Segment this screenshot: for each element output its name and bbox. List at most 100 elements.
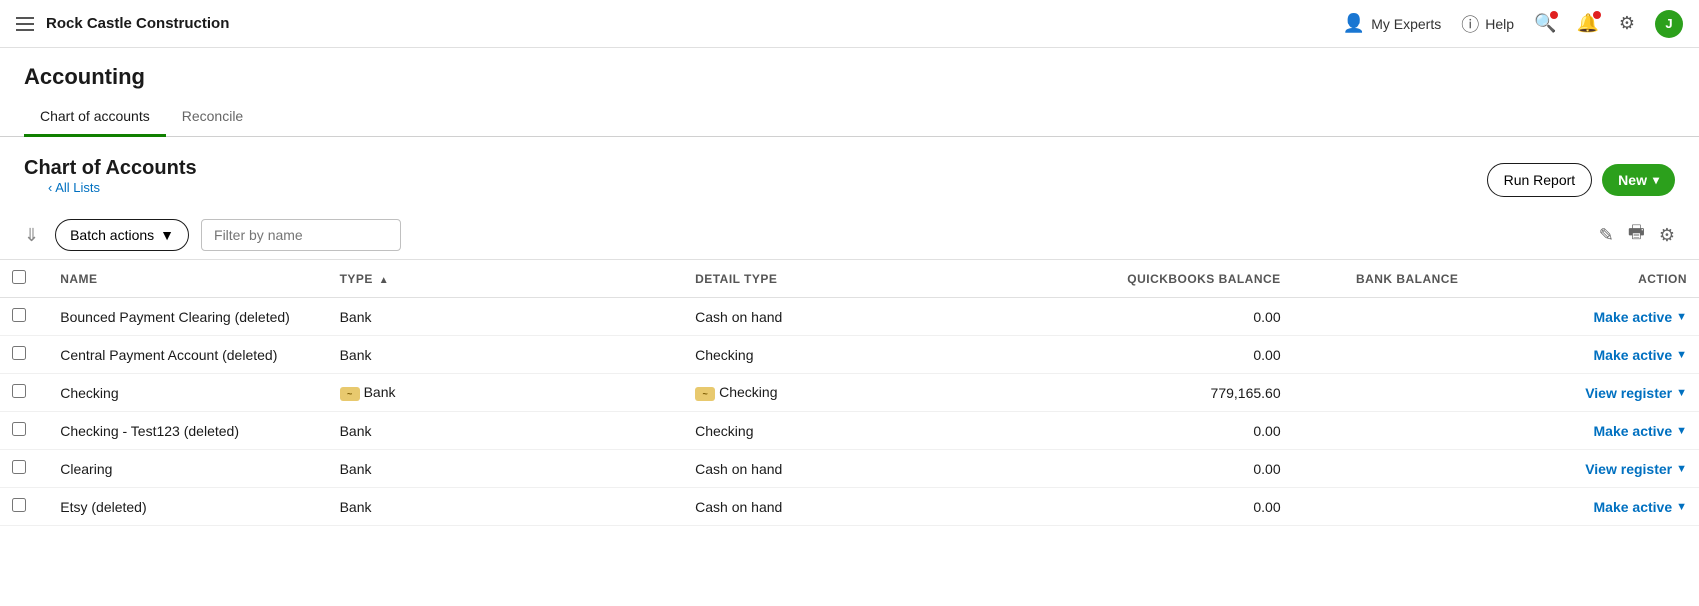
action-caret: ▼	[1676, 311, 1687, 323]
accounts-table: NAME TYPE ▲ DETAIL TYPE QUICKBOOKS BALAN…	[0, 259, 1699, 526]
type-sort-icon[interactable]: ▲	[379, 275, 389, 286]
settings-nav[interactable]: ⚙	[1619, 13, 1635, 34]
print-icon[interactable]: 🖶	[1628, 220, 1645, 250]
download-icon[interactable]: ⇓	[24, 225, 39, 246]
avatar[interactable]: J	[1655, 10, 1683, 38]
row-type: Bank	[328, 488, 684, 526]
toolbar-icons: ✎ 🖶 ⚙	[1599, 220, 1675, 250]
all-lists-link[interactable]: All Lists	[24, 180, 197, 203]
action-caret: ▼	[1676, 463, 1687, 475]
row-name: Central Payment Account (deleted)	[48, 336, 327, 374]
row-detail-type: Cash on hand	[683, 488, 1039, 526]
page-title: Accounting	[24, 64, 1675, 90]
row-action-link[interactable]: Make active ▼	[1594, 347, 1688, 363]
row-action: Make active ▼	[1470, 336, 1699, 374]
table-row: Etsy (deleted) Bank Cash on hand 0.00 Ma…	[0, 488, 1699, 526]
notifications-nav[interactable]: 🔔	[1576, 13, 1598, 34]
row-detail-type: Cash on hand	[683, 450, 1039, 488]
tab-chart-of-accounts[interactable]: Chart of accounts	[24, 98, 166, 137]
row-checkbox-0[interactable]	[12, 308, 26, 322]
row-bank-balance	[1293, 412, 1471, 450]
header-actions: Run Report New ▾	[1487, 163, 1675, 197]
top-navigation: Rock Castle Construction 👤 My Experts ⓘ …	[0, 0, 1699, 48]
row-qb-balance: 0.00	[1039, 298, 1293, 336]
search-nav[interactable]: 🔍	[1534, 13, 1556, 34]
row-qb-balance: 0.00	[1039, 450, 1293, 488]
table-row: Central Payment Account (deleted) Bank C…	[0, 336, 1699, 374]
action-caret: ▼	[1676, 387, 1687, 399]
run-report-button[interactable]: Run Report	[1487, 163, 1593, 197]
row-qb-balance: 0.00	[1039, 412, 1293, 450]
row-qb-balance: 0.00	[1039, 488, 1293, 526]
row-bank-balance	[1293, 374, 1471, 412]
linked-badge: ~	[340, 387, 360, 401]
row-action-link[interactable]: View register ▼	[1585, 461, 1687, 477]
row-bank-balance	[1293, 450, 1471, 488]
row-type: ~Bank	[328, 374, 684, 412]
row-checkbox-3[interactable]	[12, 422, 26, 436]
tab-reconcile[interactable]: Reconcile	[166, 98, 259, 137]
row-checkbox-1[interactable]	[12, 346, 26, 360]
help-icon: ⓘ	[1461, 11, 1479, 37]
linked-badge-detail: ~	[695, 387, 715, 401]
my-experts-nav[interactable]: 👤 My Experts	[1343, 13, 1441, 34]
table-row: Checking - Test123 (deleted) Bank Checki…	[0, 412, 1699, 450]
row-bank-balance	[1293, 298, 1471, 336]
help-nav[interactable]: ⓘ Help	[1461, 11, 1514, 37]
hamburger-menu[interactable]	[16, 17, 34, 31]
row-action-link[interactable]: Make active ▼	[1594, 309, 1688, 325]
row-action-link[interactable]: Make active ▼	[1594, 499, 1688, 515]
filter-input[interactable]	[201, 219, 401, 251]
settings-icon[interactable]: ⚙	[1659, 225, 1675, 246]
row-action-link[interactable]: Make active ▼	[1594, 423, 1688, 439]
my-experts-icon: 👤	[1343, 13, 1365, 34]
row-checkbox-2[interactable]	[12, 384, 26, 398]
col-type: TYPE ▲	[340, 272, 389, 286]
row-bank-balance	[1293, 336, 1471, 374]
row-qb-balance: 0.00	[1039, 336, 1293, 374]
col-action: ACTION	[1638, 272, 1687, 286]
row-detail-type: Cash on hand	[683, 298, 1039, 336]
row-checkbox-5[interactable]	[12, 498, 26, 512]
row-action: Make active ▼	[1470, 298, 1699, 336]
help-label: Help	[1485, 16, 1514, 32]
row-type: Bank	[328, 336, 684, 374]
accounts-table-wrap: NAME TYPE ▲ DETAIL TYPE QUICKBOOKS BALAN…	[0, 259, 1699, 526]
row-bank-balance	[1293, 488, 1471, 526]
action-caret: ▼	[1676, 425, 1687, 437]
row-action: Make active ▼	[1470, 488, 1699, 526]
row-name: Checking	[48, 374, 327, 412]
row-action-link[interactable]: View register ▼	[1585, 385, 1687, 401]
new-button-label: New	[1618, 172, 1647, 188]
row-type: Bank	[328, 298, 684, 336]
row-type: Bank	[328, 450, 684, 488]
brand-name: Rock Castle Construction	[46, 15, 229, 32]
batch-actions-button[interactable]: Batch actions ▼	[55, 219, 189, 251]
row-name: Bounced Payment Clearing (deleted)	[48, 298, 327, 336]
col-qb-balance: QUICKBOOKS BALANCE	[1127, 272, 1280, 286]
batch-actions-label: Batch actions	[70, 227, 154, 243]
table-row: Checking ~Bank ~Checking 779,165.60 View…	[0, 374, 1699, 412]
table-row: Clearing Bank Cash on hand 0.00 View reg…	[0, 450, 1699, 488]
row-checkbox-4[interactable]	[12, 460, 26, 474]
row-detail-type: Checking	[683, 336, 1039, 374]
action-caret: ▼	[1676, 501, 1687, 513]
edit-icon[interactable]: ✎	[1599, 225, 1614, 246]
action-caret: ▼	[1676, 349, 1687, 361]
row-name: Clearing	[48, 450, 327, 488]
gear-icon: ⚙	[1619, 13, 1635, 34]
select-all-checkbox[interactable]	[12, 270, 26, 284]
col-bank-balance: BANK BALANCE	[1356, 272, 1458, 286]
row-detail-type: ~Checking	[683, 374, 1039, 412]
my-experts-label: My Experts	[1371, 16, 1441, 32]
row-name: Checking - Test123 (deleted)	[48, 412, 327, 450]
row-qb-balance: 779,165.60	[1039, 374, 1293, 412]
col-name: NAME	[60, 272, 97, 286]
row-name: Etsy (deleted)	[48, 488, 327, 526]
new-button[interactable]: New ▾	[1602, 164, 1675, 196]
table-row: Bounced Payment Clearing (deleted) Bank …	[0, 298, 1699, 336]
search-icon: 🔍	[1534, 13, 1556, 34]
page-header: Accounting	[0, 48, 1699, 90]
row-action: View register ▼	[1470, 450, 1699, 488]
row-action: View register ▼	[1470, 374, 1699, 412]
